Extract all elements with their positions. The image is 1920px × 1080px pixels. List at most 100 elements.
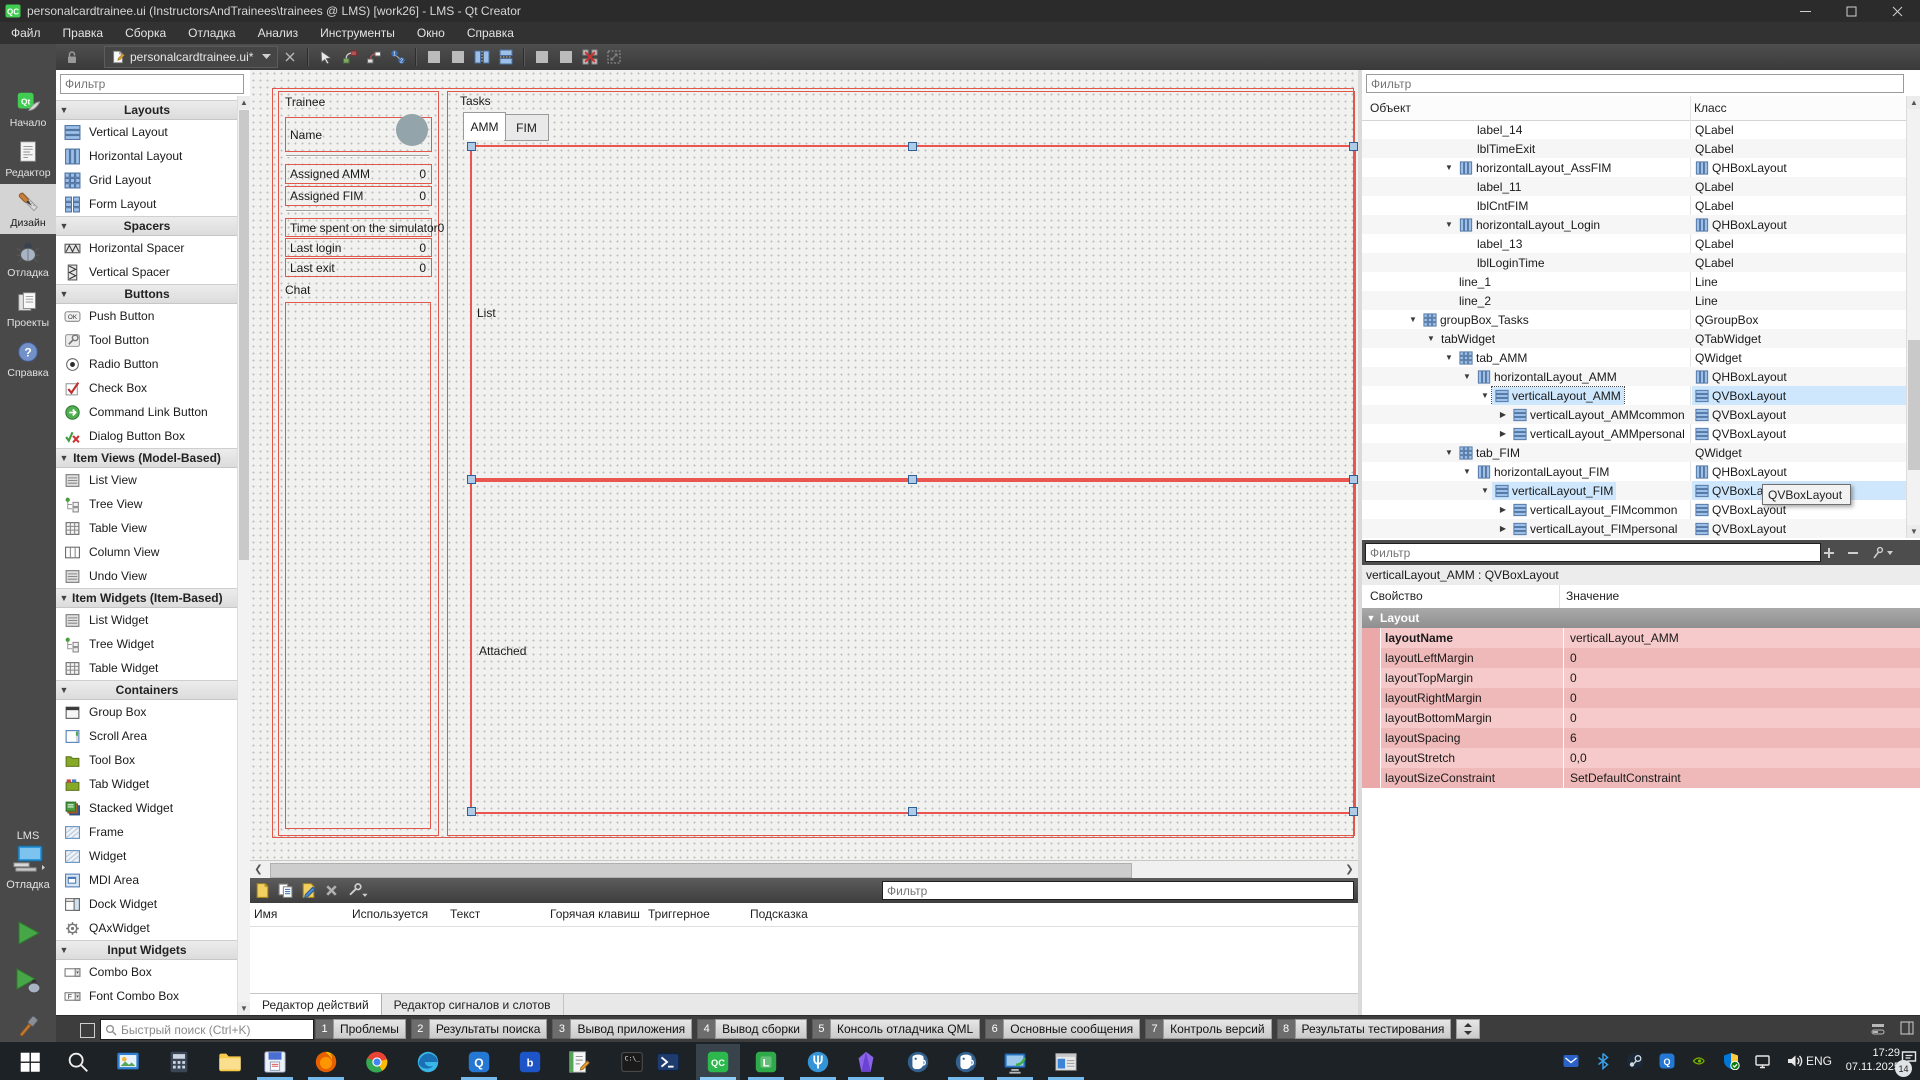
form-editor-canvas[interactable]: Trainee Name Assigned AMM0Assigned FIM0T… [250,70,1358,860]
mode-Редактор[interactable]: Редактор [0,134,56,184]
tree-row-lblTimeExit[interactable]: lblTimeExitQLabel [1362,139,1906,158]
new-action-icon[interactable] [254,882,271,899]
widget-item-Table Widget[interactable]: Table Widget [56,656,238,680]
bluetooth-icon[interactable] [1594,1052,1612,1070]
widget-item-Widget[interactable]: Widget [56,844,238,868]
taskbar-fork-icon[interactable] [796,1044,840,1080]
run-debug-icon[interactable] [13,966,43,996]
tab-amm[interactable]: AMM [463,112,506,140]
property-row-layoutSizeConstraint[interactable]: layoutSizeConstraintSetDefaultConstraint [1362,768,1920,788]
taskbar-taskbar-search-icon[interactable] [56,1044,100,1080]
widget-item-Tree Widget[interactable]: Tree Widget [56,632,238,656]
maximize-button[interactable] [1828,0,1874,22]
action-column-Горячая клавиш[interactable]: Горячая клавиш [550,907,640,921]
tab-fim[interactable]: FIM [504,114,549,141]
widget-item-Horizontal Spacer[interactable]: Horizontal Spacer [56,236,238,260]
close-button[interactable] [1874,0,1920,22]
tree-row-horizontalLayout_Login[interactable]: ▼horizontalLayout_LoginQHBoxLayout [1362,215,1906,234]
splitter-vertical-icon[interactable] [495,47,517,67]
trainee-avatar[interactable] [396,114,428,146]
lock-icon[interactable] [64,49,80,65]
widget-item-Tool Box[interactable]: Tool Box [56,748,238,772]
property-row-layoutSpacing[interactable]: layoutSpacing6 [1362,728,1920,748]
widget-item-QAxWidget[interactable]: QAxWidget [56,916,238,940]
property-row-layoutTopMargin[interactable]: layoutTopMargin0 [1362,668,1920,688]
tree-row-verticalLayout_AMM[interactable]: ▼verticalLayout_AMMQVBoxLayout [1362,386,1906,405]
chevron-right-icon[interactable]: ▶ [1496,505,1510,514]
tab-action-editor[interactable]: Редактор действий [250,994,382,1016]
tree-row-lblCntFIM[interactable]: lblCntFIMQLabel [1362,196,1906,215]
vertical-layout-amm-common[interactable] [470,145,1356,482]
menu-item-Правка[interactable]: Правка [52,22,115,44]
toggle-left-sidebar-icon[interactable] [80,1023,95,1038]
property-row-layoutRightMargin[interactable]: layoutRightMargin0 [1362,688,1920,708]
widget-box-filter-input[interactable] [60,74,244,94]
class-column-header[interactable]: Класс [1694,101,1727,115]
chat-group-box[interactable] [285,302,431,829]
tree-row-verticalLayout_FIMpersonal[interactable]: ▶verticalLayout_FIMpersonalQVBoxLayout [1362,519,1906,538]
scrollbar-thumb[interactable] [1908,340,1920,470]
taskbar-q-app-icon[interactable]: Q [457,1044,501,1080]
taskbar-pc-manager-icon[interactable] [993,1044,1037,1080]
form-row-Time spent on the simulator[interactable]: Time spent on the simulator0 [285,218,432,237]
run-icon[interactable] [13,918,43,948]
steam-icon[interactable] [1626,1052,1644,1070]
layout-property-section[interactable]: ▼ Layout [1362,608,1920,628]
chevron-right-icon[interactable]: ▶ [1496,524,1510,533]
property-column-header[interactable]: Свойство [1370,589,1423,603]
minimize-button[interactable] [1782,0,1828,22]
tree-row-verticalLayout_AMMcommon[interactable]: ▶verticalLayout_AMMcommonQVBoxLayout [1362,405,1906,424]
taskbar-notes-app-icon[interactable] [557,1044,601,1080]
notification-badge[interactable]: 14 [1895,1060,1912,1077]
tree-row-horizontalLayout_AssFIM[interactable]: ▼horizontalLayout_AssFIMQHBoxLayout [1362,158,1906,177]
scroll-up-icon[interactable]: ▲ [1907,96,1920,109]
selection-handle[interactable] [1349,475,1358,484]
tab-signals-slots-editor[interactable]: Редактор сигналов и слотов [382,994,564,1016]
chevron-right-icon[interactable]: ▶ [1496,410,1510,419]
tray-mail-icon[interactable] [1562,1052,1580,1070]
edit-action-icon[interactable] [300,882,317,899]
chevron-down-icon[interactable]: ▼ [1424,334,1438,343]
widget-item-List Widget[interactable]: List Widget [56,608,238,632]
widget-box-section-Item Widgets (Item-Based)[interactable]: ▼Item Widgets (Item-Based) [56,588,238,608]
delete-action-icon[interactable] [323,882,340,899]
chevron-down-icon[interactable]: ▼ [1478,391,1492,400]
scroll-down-icon[interactable]: ▼ [238,1002,250,1015]
taskbar-edge-icon[interactable] [406,1044,450,1080]
widget-item-Undo View[interactable]: Undo View [56,564,238,588]
taskbar-photos-app-icon[interactable] [106,1044,150,1080]
duplicate-action-icon[interactable] [277,882,294,899]
close-document-icon[interactable] [279,47,301,67]
action-column-Используется[interactable]: Используется [352,907,428,921]
configure-actions-icon[interactable] [346,882,370,899]
configure-property-editor-icon[interactable] [1870,544,1896,561]
tree-row-line_1[interactable]: line_1Line [1362,272,1906,291]
widget-item-Frame[interactable]: Frame [56,820,238,844]
widget-box-section-Spacers[interactable]: ▼Spacers [56,216,238,236]
action-column-Триггерное[interactable]: Триггерное [648,907,710,921]
language-indicator[interactable]: ENG [1806,1054,1832,1068]
property-row-layoutName[interactable]: layoutNameverticalLayout_AMM [1362,628,1920,648]
menu-item-Анализ[interactable]: Анализ [247,22,310,44]
tree-row-tabWidget[interactable]: ▼tabWidgetQTabWidget [1362,329,1906,348]
taskbar-start-icon[interactable] [8,1044,52,1080]
property-filter-input[interactable] [1365,543,1821,562]
scroll-down-icon[interactable]: ▼ [1907,525,1920,538]
taskbar-postgres-icon[interactable] [896,1044,940,1080]
mode-Начало[interactable]: QtНачало [0,84,56,134]
selection-handle[interactable] [908,142,917,151]
selection-handle[interactable] [467,475,476,484]
defender-icon[interactable] [1722,1052,1740,1070]
widget-box-section-Input Widgets[interactable]: ▼Input Widgets [56,940,238,960]
form-row-Last login[interactable]: Last login0 [285,238,432,257]
widget-item-Group Box[interactable]: Group Box [56,700,238,724]
tray-q-icon[interactable]: Q [1658,1052,1676,1070]
form-row-Last exit[interactable]: Last exit0 [285,258,432,277]
edit-widgets-icon[interactable] [315,47,337,67]
widget-item-List View[interactable]: List View [56,468,238,492]
taskbar-chrome-icon[interactable] [355,1044,399,1080]
mode-Справка[interactable]: ?Справка [0,334,56,384]
menu-item-Справка[interactable]: Справка [456,22,525,44]
widget-item-MDI Area[interactable]: MDI Area [56,868,238,892]
property-row-layoutBottomMargin[interactable]: layoutBottomMargin0 [1362,708,1920,728]
